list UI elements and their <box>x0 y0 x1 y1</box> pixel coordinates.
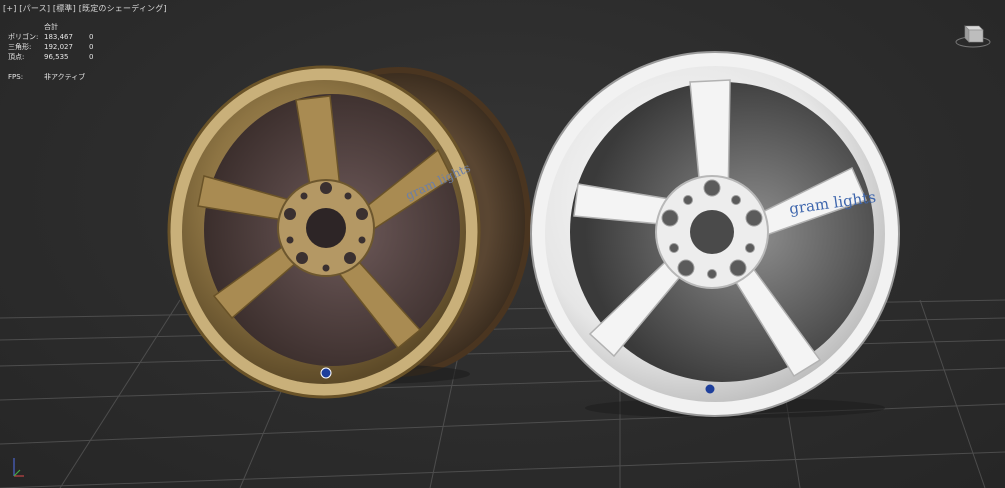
viewport-menu-button[interactable]: [+] <box>3 4 17 13</box>
viewcube-icon[interactable] <box>955 20 991 48</box>
stats-extra: 0 <box>89 33 94 41</box>
stats-row-fps: FPS: 非アクティブ <box>8 72 109 82</box>
stats-value: 192,027 <box>44 43 73 51</box>
fps-value: 非アクティブ <box>44 73 86 81</box>
stats-value: 96,535 <box>44 53 69 61</box>
viewport-mode-button[interactable]: [標準] <box>53 4 76 13</box>
viewport-label-menu: [+] [パース] [標準] [既定のシェーディング] <box>3 3 167 14</box>
stats-value: 183,467 <box>44 33 73 41</box>
viewport-view-button[interactable]: [パース] <box>19 4 50 13</box>
scene-3d[interactable]: gram lights gram lights <box>0 0 1005 488</box>
axis-tripod-icon <box>13 458 24 477</box>
scanned-wheel[interactable]: gram lights <box>167 65 531 399</box>
stats-extra: 0 <box>89 53 94 61</box>
viewport[interactable]: gram lights gram lights [+] [パース] [標準] [… <box>0 0 1005 488</box>
fps-label: FPS: <box>8 73 24 81</box>
stats-row-polygons: ポリゴン: 183,467 0 <box>8 32 109 42</box>
statistics-overlay: 合計 ポリゴン: 183,467 0 三角形: 192,027 0 頂点: 96… <box>8 22 109 82</box>
stats-label: 頂点: <box>8 53 25 61</box>
viewport-shading-button[interactable]: [既定のシェーディング] <box>79 4 167 13</box>
clean-wheel-valve <box>705 384 715 394</box>
clean-wheel[interactable]: gram lights <box>530 51 900 418</box>
stats-row-triangles: 三角形: 192,027 0 <box>8 42 109 52</box>
stats-label: 三角形: <box>8 43 32 51</box>
scanned-wheel-valve <box>320 367 332 379</box>
stats-label: ポリゴン: <box>8 33 39 41</box>
stats-row-vertices: 頂点: 96,535 0 <box>8 52 109 62</box>
stats-header: 合計 <box>44 23 58 31</box>
stats-extra: 0 <box>89 43 94 51</box>
